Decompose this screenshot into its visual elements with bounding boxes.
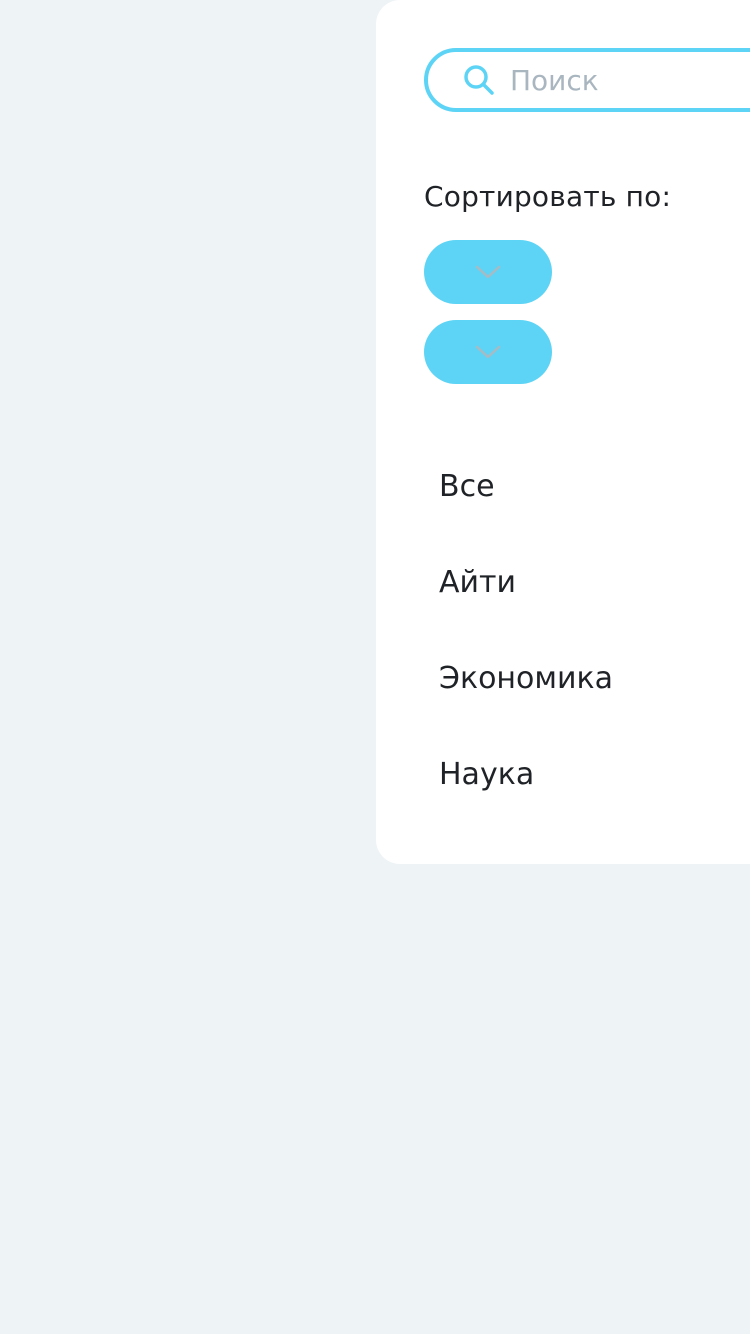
search-input[interactable]: [510, 63, 730, 97]
category-list: Все Айти Экономика Наука: [439, 466, 613, 850]
chevron-down-icon: [475, 265, 501, 279]
sort-label: Сортировать по:: [424, 180, 672, 213]
category-item-economy[interactable]: Экономика: [439, 658, 613, 754]
chevron-down-icon: [475, 345, 501, 359]
category-item-science[interactable]: Наука: [439, 754, 613, 850]
filter-panel: Сортировать по: Все Айти Экономика Наука: [376, 0, 750, 864]
search-icon: [464, 65, 494, 95]
sort-dropdown-2[interactable]: [424, 320, 552, 384]
category-item-it[interactable]: Айти: [439, 562, 613, 658]
sort-dropdown-1[interactable]: [424, 240, 552, 304]
category-item-all[interactable]: Все: [439, 466, 613, 562]
search-box[interactable]: [424, 48, 750, 112]
